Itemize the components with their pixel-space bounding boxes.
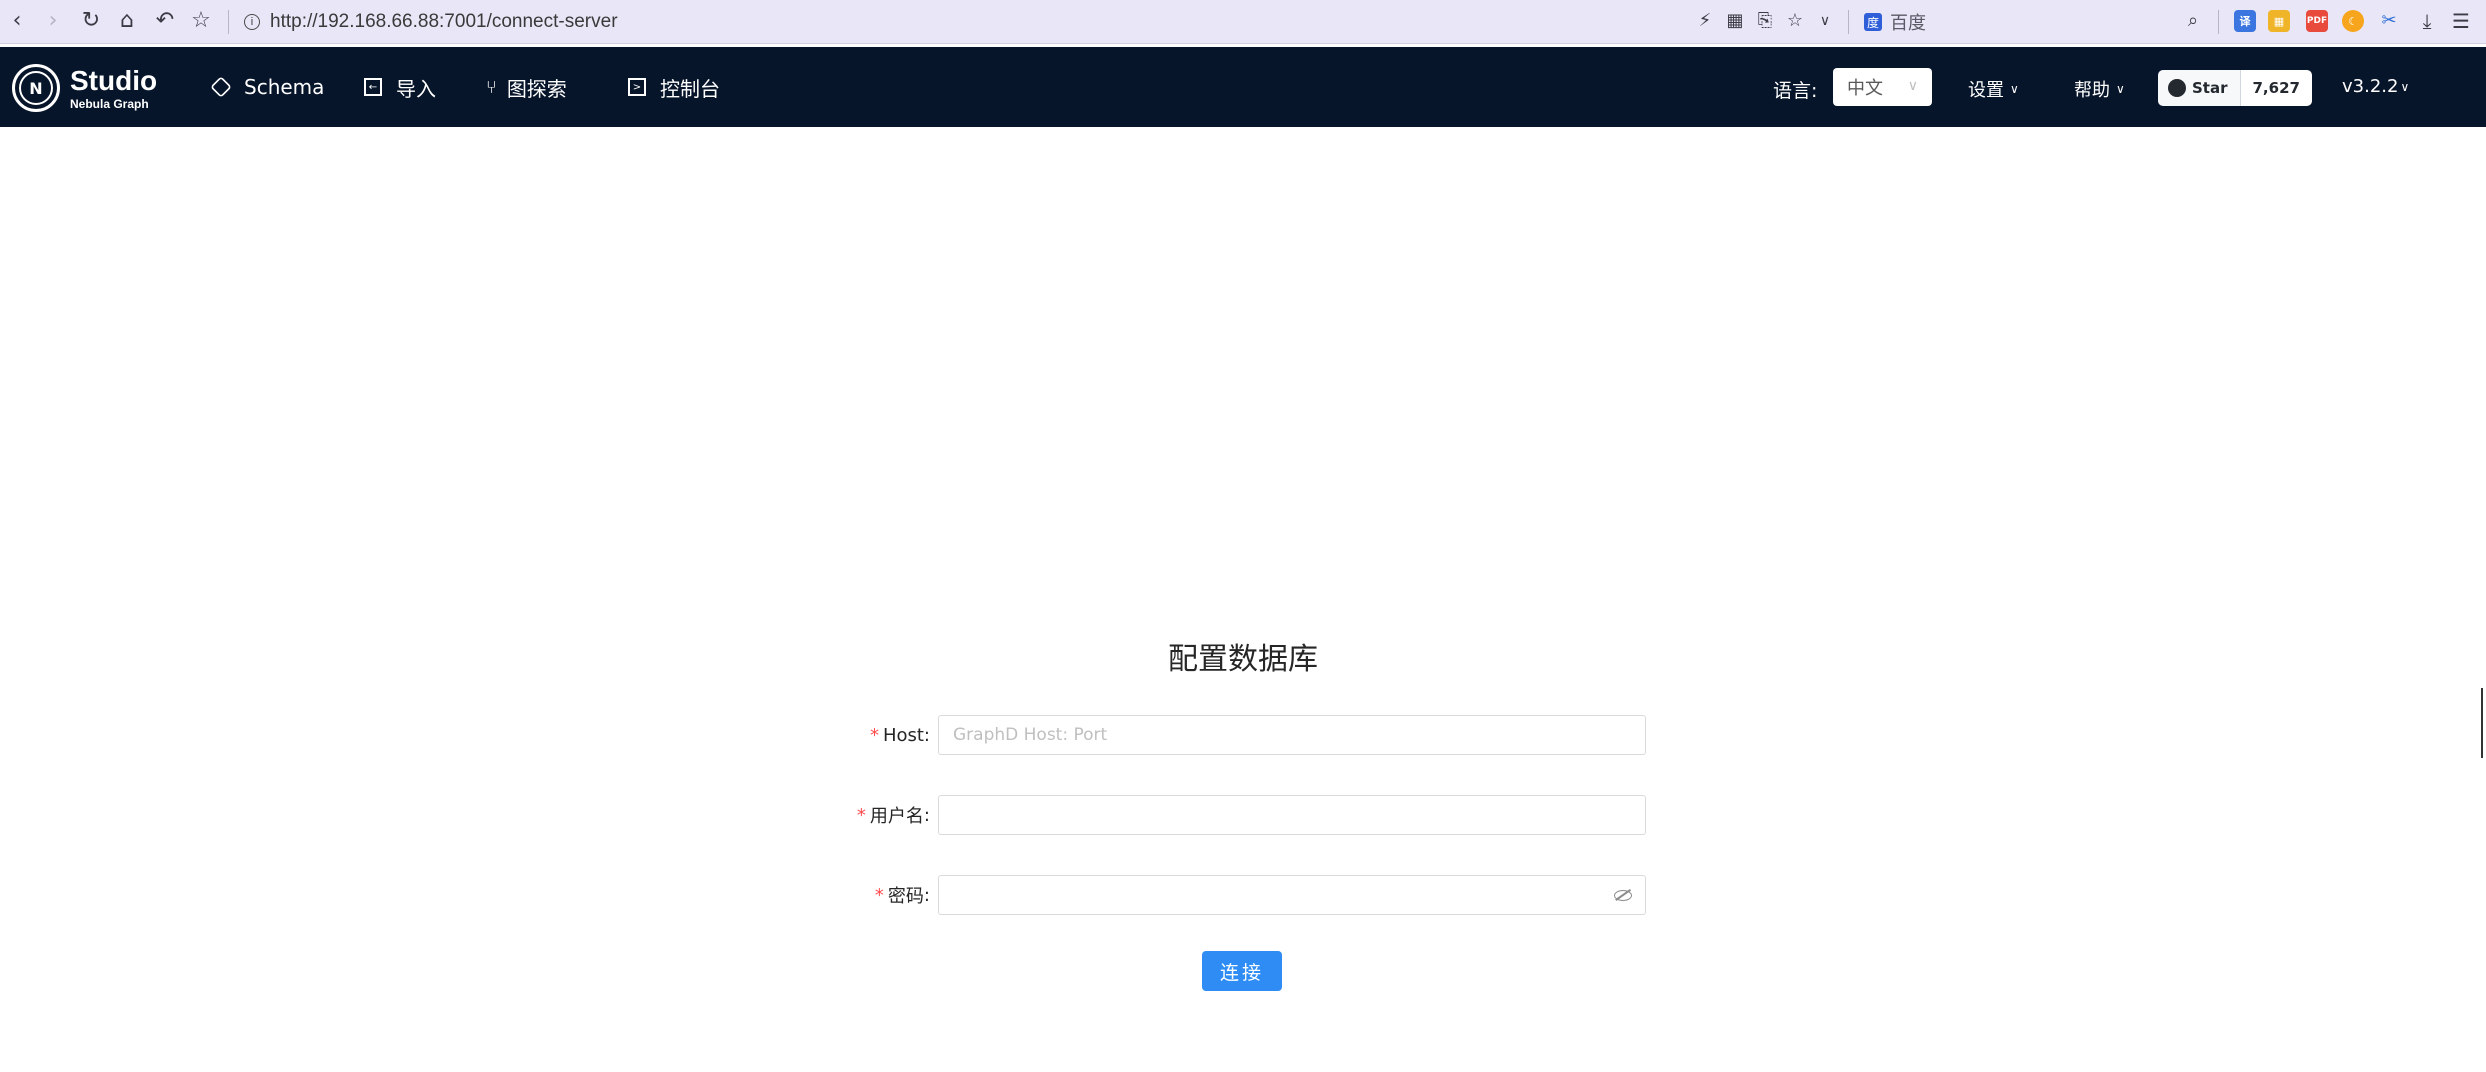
label-colon: : <box>923 884 930 906</box>
site-info-icon[interactable]: i <box>244 14 260 30</box>
host-label-text: Host <box>882 724 924 746</box>
github-star-count[interactable]: 7,627 <box>2240 70 2312 106</box>
language-label: 语言: <box>1773 80 1818 102</box>
version-menu[interactable]: v3.2.2 ∨ <box>2342 76 2409 97</box>
undo-icon[interactable]: ↶ <box>152 8 178 34</box>
nav-import-label: 导入 <box>396 76 436 101</box>
eye-invisible-icon[interactable] <box>1614 886 1632 904</box>
nebula-logo-icon: N <box>12 64 60 112</box>
github-star-button[interactable]: Star <box>2158 70 2241 106</box>
search-icon[interactable]: ⌕ <box>2180 8 2206 34</box>
download-icon[interactable]: ⤓ <box>2414 8 2440 34</box>
page-title: 配置数据库 <box>1168 642 1318 677</box>
pdf-ext-label: PDF <box>2306 16 2328 26</box>
github-icon <box>2168 79 2186 97</box>
qr-code-icon[interactable]: ▦ <box>1722 8 1748 34</box>
back-icon[interactable]: ‹ <box>4 8 30 34</box>
language-select[interactable]: 中文 ∨ <box>1833 68 1932 106</box>
username-row: * 用户名: <box>0 795 2486 835</box>
password-row: * 密码: <box>0 875 2486 915</box>
apps-grid-icon[interactable]: ▦ <box>2268 10 2290 32</box>
password-label-text: 密码 <box>887 886 924 907</box>
nav-console-label: 控制台 <box>660 76 720 101</box>
toolbar-divider <box>2218 10 2219 34</box>
github-star-label: Star <box>2192 79 2228 97</box>
chevron-down-icon: ∨ <box>2010 82 2019 96</box>
translate-icon[interactable]: ⎘ <box>1752 8 1778 34</box>
terminal-icon: > <box>628 78 646 96</box>
baidu-logo-icon: 度 <box>1864 13 1882 31</box>
nav-explore-label: 图探索 <box>506 76 567 101</box>
branch-icon: ⑂ <box>486 76 497 98</box>
version-label: v3.2.2 <box>2342 76 2399 97</box>
toolbar-divider <box>228 10 229 34</box>
scrollbar[interactable] <box>2481 688 2483 758</box>
help-label: 帮助 <box>2074 80 2110 101</box>
username-input[interactable] <box>938 795 1646 835</box>
nav-import[interactable]: ← 导入 <box>364 69 436 105</box>
home-icon[interactable]: ⌂ <box>114 8 140 34</box>
import-icon: ← <box>364 78 382 96</box>
app-navbar: N Studio Nebula Graph Schema ← 导入 ⑂ 图探索 … <box>0 47 2486 127</box>
host-row: * Host: <box>0 715 2486 755</box>
settings-label: 设置 <box>1968 80 2004 101</box>
github-star-widget[interactable]: Star 7,627 <box>2158 70 2312 106</box>
chevron-down-icon: ∨ <box>2116 82 2125 96</box>
password-input[interactable] <box>938 875 1646 915</box>
favorite-star-icon[interactable]: ☆ <box>1782 8 1808 34</box>
reload-icon[interactable]: ↻ <box>78 8 104 34</box>
bookmark-star-icon[interactable]: ☆ <box>188 8 214 34</box>
pdf-ext-icon[interactable]: PDF <box>2306 10 2328 32</box>
address-text[interactable]: http://192.168.66.88:7001/connect-server <box>270 11 618 33</box>
forward-icon[interactable]: › <box>40 8 66 34</box>
search-engine-label: 百度 <box>1890 13 1926 34</box>
label-colon: : <box>923 804 930 826</box>
nav-explore[interactable]: ⑂ 图探索 <box>486 69 567 105</box>
studio-logo[interactable]: N Studio Nebula Graph <box>12 63 157 113</box>
browser-toolbar: ‹ › ↻ ⌂ ↶ ☆ i http://192.168.66.88:7001/… <box>0 0 2486 44</box>
hexagon-icon <box>210 76 232 98</box>
label-colon: : <box>923 724 930 746</box>
chevron-down-icon[interactable]: ∨ <box>1812 8 1838 34</box>
host-label: * Host: <box>870 715 930 755</box>
search-engine-box[interactable]: 度 百度 <box>1864 9 1926 35</box>
nav-schema[interactable]: Schema <box>210 69 325 105</box>
scissors-icon[interactable]: ✂ <box>2376 8 2402 34</box>
logo-title: Studio <box>70 64 158 96</box>
settings-menu[interactable]: 设置 ∨ <box>1968 76 2019 102</box>
required-mark: * <box>874 884 884 906</box>
username-label-text: 用户名 <box>869 806 924 827</box>
username-label: * 用户名: <box>857 795 930 835</box>
help-menu[interactable]: 帮助 ∨ <box>2074 76 2125 102</box>
nav-console[interactable]: > 控制台 <box>628 69 720 105</box>
nav-schema-label: Schema <box>244 75 325 99</box>
toolbar-divider <box>1848 10 1849 34</box>
host-input[interactable] <box>938 715 1646 755</box>
translate-ext-icon[interactable]: 译 <box>2234 10 2256 32</box>
chevron-down-icon: ∨ <box>1907 78 1918 94</box>
required-mark: * <box>856 804 866 826</box>
lightning-icon[interactable]: ⚡ <box>1692 8 1718 34</box>
language-value: 中文 <box>1847 78 1883 99</box>
chevron-down-icon: ∨ <box>2400 79 2410 94</box>
moon-ext-icon[interactable]: ☾ <box>2342 10 2364 32</box>
menu-icon[interactable]: ☰ <box>2448 8 2474 34</box>
required-mark: * <box>869 724 879 746</box>
password-label: * 密码: <box>875 875 930 915</box>
address-bar[interactable]: i http://192.168.66.88:7001/connect-serv… <box>244 9 618 35</box>
connect-button[interactable]: 连接 <box>1202 951 1282 991</box>
logo-subtitle: Nebula Graph <box>70 96 149 111</box>
